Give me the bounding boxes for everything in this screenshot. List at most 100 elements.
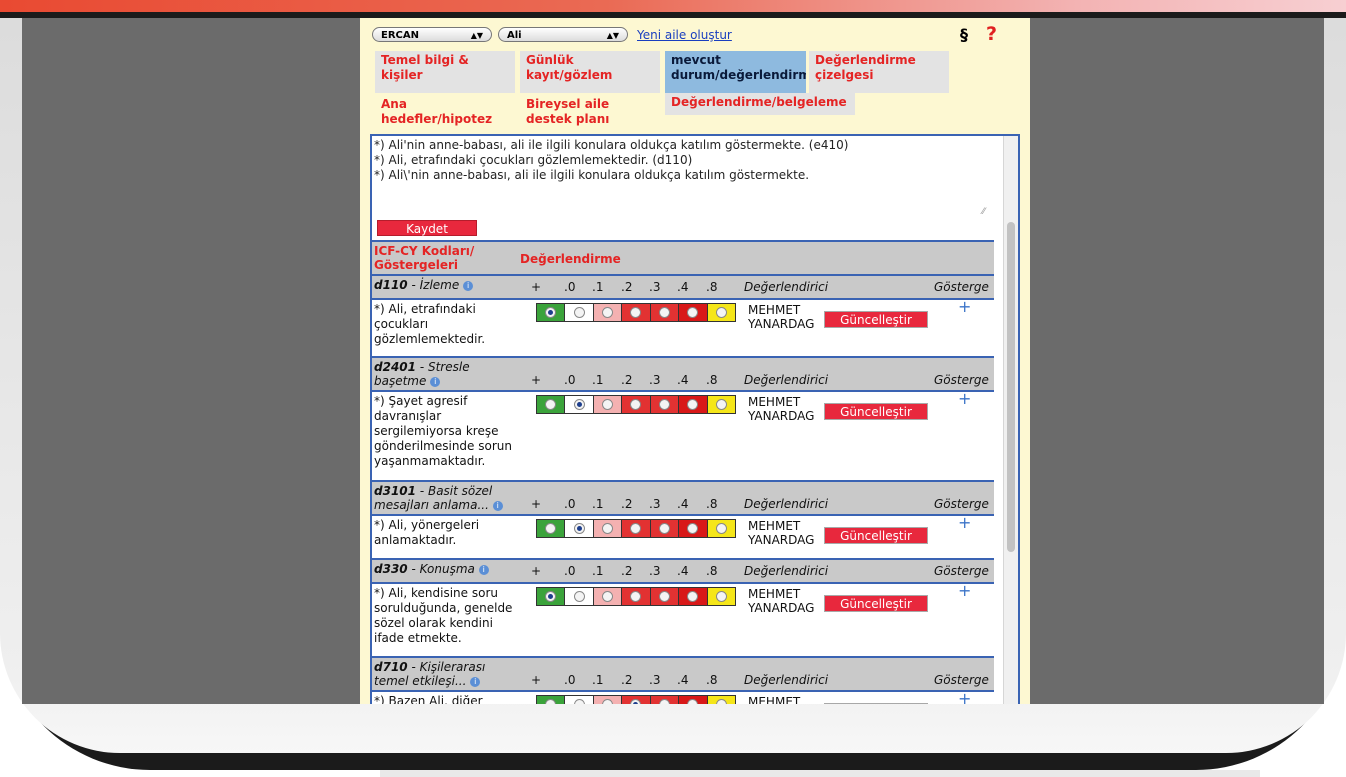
tab-main-goals[interactable]: Ana hedefler/hipotez bbox=[375, 95, 515, 131]
rating-cell[interactable] bbox=[679, 588, 708, 605]
tab-current-status[interactable]: mevcut durum/değerlendirme bbox=[665, 51, 806, 93]
radio-button[interactable] bbox=[687, 399, 699, 410]
resize-handle-icon[interactable]: ⁄⁄ bbox=[982, 207, 985, 217]
rating-cell[interactable] bbox=[707, 396, 735, 413]
tab-documentation[interactable]: Değerlendirme/belgeleme bbox=[665, 93, 855, 115]
add-indicator-icon[interactable]: + bbox=[958, 513, 971, 532]
tab-evaluation-chart[interactable]: Değerlendirme çizelgesi bbox=[809, 51, 949, 93]
rating-cell[interactable] bbox=[593, 520, 623, 537]
add-indicator-icon[interactable]: + bbox=[958, 389, 971, 408]
info-icon[interactable]: i bbox=[463, 280, 474, 291]
radio-button[interactable] bbox=[630, 591, 642, 602]
radio-button[interactable] bbox=[602, 699, 614, 704]
radio-button[interactable] bbox=[573, 307, 585, 318]
rating-cell[interactable] bbox=[537, 304, 566, 321]
family-select[interactable]: ERCAN ▲▼ bbox=[372, 27, 492, 42]
radio-button[interactable] bbox=[545, 399, 557, 410]
rating-cell[interactable] bbox=[537, 696, 566, 704]
radio-button[interactable] bbox=[602, 399, 614, 410]
radio-button[interactable] bbox=[687, 307, 699, 318]
save-button[interactable]: Kaydet bbox=[377, 220, 477, 236]
tab-family-support-plan[interactable]: Bireysel aile destek planı bbox=[520, 95, 660, 131]
radio-button[interactable] bbox=[602, 591, 614, 602]
radio-button[interactable] bbox=[545, 523, 557, 534]
rating-cell[interactable] bbox=[622, 304, 651, 321]
rating-cell[interactable] bbox=[537, 520, 566, 537]
radio-button[interactable] bbox=[545, 591, 557, 602]
update-button[interactable]: Güncelleştir bbox=[824, 703, 928, 704]
rating-cell[interactable] bbox=[622, 696, 651, 704]
tab-daily-log[interactable]: Günlük kayıt/gözlem bbox=[520, 51, 660, 93]
radio-button[interactable] bbox=[715, 399, 727, 410]
rating-cell[interactable] bbox=[650, 304, 680, 321]
rating-cell[interactable] bbox=[565, 696, 594, 704]
rating-cell[interactable] bbox=[565, 396, 594, 413]
radio-button[interactable] bbox=[630, 307, 642, 318]
rating-cell[interactable] bbox=[622, 396, 651, 413]
radio-button[interactable] bbox=[687, 523, 699, 534]
rating-cell[interactable] bbox=[650, 696, 680, 704]
info-icon[interactable]: i bbox=[430, 376, 441, 387]
info-icon[interactable]: i bbox=[478, 564, 489, 575]
rating-cell[interactable] bbox=[565, 304, 594, 321]
radio-button[interactable] bbox=[573, 523, 585, 534]
radio-button[interactable] bbox=[687, 591, 699, 602]
new-family-link[interactable]: Yeni aile oluştur bbox=[637, 28, 732, 42]
add-indicator-icon[interactable]: + bbox=[958, 297, 971, 316]
radio-button[interactable] bbox=[573, 591, 585, 602]
info-icon[interactable]: i bbox=[492, 500, 503, 511]
tab-basic-info[interactable]: Temel bilgi & kişiler bbox=[375, 51, 515, 93]
update-button[interactable]: Güncelleştir bbox=[824, 311, 928, 328]
rating-cell[interactable] bbox=[650, 396, 680, 413]
radio-button[interactable] bbox=[658, 523, 670, 534]
child-select[interactable]: Ali ▲▼ bbox=[498, 27, 628, 42]
rating-cell[interactable] bbox=[593, 304, 623, 321]
rating-cell[interactable] bbox=[679, 396, 708, 413]
radio-button[interactable] bbox=[602, 523, 614, 534]
radio-button[interactable] bbox=[630, 699, 642, 704]
radio-button[interactable] bbox=[545, 307, 557, 318]
rating-cell[interactable] bbox=[622, 520, 651, 537]
add-indicator-icon[interactable]: + bbox=[958, 689, 971, 704]
rating-cell[interactable] bbox=[537, 396, 566, 413]
section-icon[interactable]: § bbox=[960, 25, 968, 44]
rating-cell[interactable] bbox=[622, 588, 651, 605]
rating-cell[interactable] bbox=[679, 520, 708, 537]
add-indicator-icon[interactable]: + bbox=[958, 581, 971, 600]
update-button[interactable]: Güncelleştir bbox=[824, 527, 928, 544]
scrollbar[interactable] bbox=[1003, 136, 1018, 704]
info-icon[interactable]: i bbox=[470, 676, 481, 687]
rating-cell[interactable] bbox=[707, 696, 735, 704]
rating-cell[interactable] bbox=[537, 588, 566, 605]
notes-textarea[interactable]: *) Ali'nin anne-babası, ali ile ilgili k… bbox=[372, 136, 992, 216]
rating-cell[interactable] bbox=[650, 588, 680, 605]
rating-cell[interactable] bbox=[679, 304, 708, 321]
rating-cell[interactable] bbox=[650, 520, 680, 537]
radio-button[interactable] bbox=[602, 307, 614, 318]
radio-button[interactable] bbox=[715, 699, 727, 704]
radio-button[interactable] bbox=[658, 699, 670, 704]
rating-cell[interactable] bbox=[593, 696, 623, 704]
rating-cell[interactable] bbox=[593, 588, 623, 605]
rating-cell[interactable] bbox=[565, 588, 594, 605]
radio-button[interactable] bbox=[715, 523, 727, 534]
scrollbar-thumb[interactable] bbox=[1007, 222, 1015, 552]
rating-cell[interactable] bbox=[593, 396, 623, 413]
rating-cell[interactable] bbox=[707, 520, 735, 537]
radio-button[interactable] bbox=[715, 307, 727, 318]
rating-cell[interactable] bbox=[707, 304, 735, 321]
rating-cell[interactable] bbox=[565, 520, 594, 537]
rating-cell[interactable] bbox=[707, 588, 735, 605]
help-icon[interactable]: ? bbox=[986, 23, 997, 45]
radio-button[interactable] bbox=[573, 399, 585, 410]
radio-button[interactable] bbox=[573, 699, 585, 704]
radio-button[interactable] bbox=[630, 523, 642, 534]
radio-button[interactable] bbox=[715, 591, 727, 602]
radio-button[interactable] bbox=[658, 591, 670, 602]
radio-button[interactable] bbox=[630, 399, 642, 410]
radio-button[interactable] bbox=[658, 307, 670, 318]
rating-cell[interactable] bbox=[679, 696, 708, 704]
update-button[interactable]: Güncelleştir bbox=[824, 403, 928, 420]
update-button[interactable]: Güncelleştir bbox=[824, 595, 928, 612]
radio-button[interactable] bbox=[658, 399, 670, 410]
